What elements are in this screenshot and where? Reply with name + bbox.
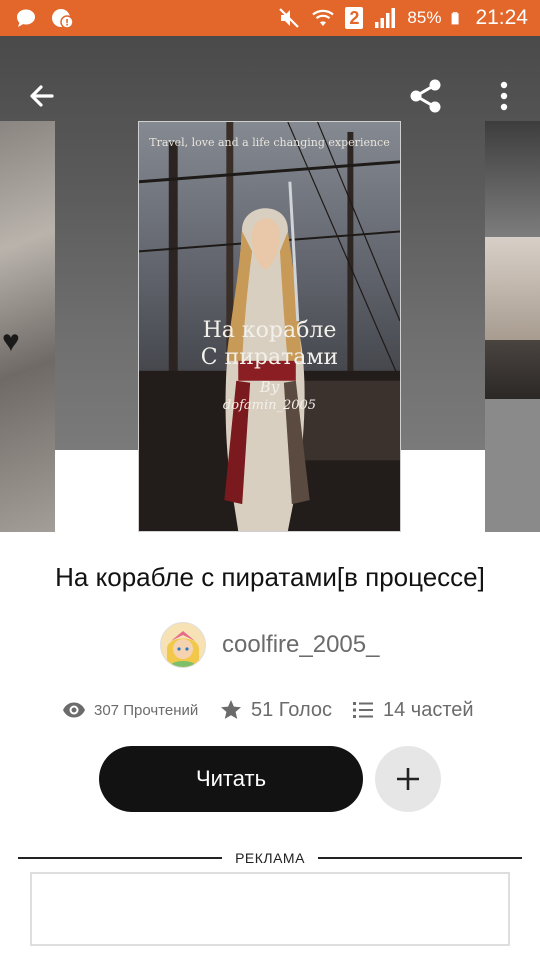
share-icon[interactable] xyxy=(406,76,446,116)
parts-count: 14 частей xyxy=(383,698,474,721)
plus-icon xyxy=(397,768,419,790)
svg-text:!: ! xyxy=(65,19,69,29)
chat-bubble-icon xyxy=(17,9,35,27)
votes-count: 51 Голос xyxy=(251,698,332,721)
avatar xyxy=(160,622,206,668)
eye-icon xyxy=(63,702,85,718)
status-right-icons: 2 85% 21:24 xyxy=(277,0,528,36)
author-link[interactable]: coolfire_2005_ xyxy=(160,622,379,668)
previous-story-cover[interactable]: ♥ xyxy=(0,121,55,532)
status-left-icons: ! xyxy=(14,6,74,30)
star-icon xyxy=(221,700,241,719)
cover-tagline: Travel, love and a life changing experie… xyxy=(149,136,390,149)
votes-stat: 51 Голос xyxy=(219,694,332,726)
cover-title-line1: На корабле xyxy=(202,318,337,343)
cover-author: dofamin_2005 xyxy=(222,398,317,413)
add-to-library-button[interactable] xyxy=(375,746,441,812)
cover-by: By xyxy=(259,378,280,396)
list-icon xyxy=(353,702,373,718)
story-title: На корабле с пиратами[в процессе] xyxy=(55,562,485,592)
wifi-icon xyxy=(312,9,335,26)
next-story-cover[interactable] xyxy=(485,121,540,532)
more-vertical-icon[interactable] xyxy=(484,76,524,116)
notification-badge-icon: ! xyxy=(52,9,74,29)
story-cover[interactable]: Travel, love and a life changing experie… xyxy=(138,121,401,532)
author-name: coolfire_2005_ xyxy=(222,631,380,658)
battery-icon xyxy=(452,12,460,25)
story-stats: 307 Прочтений 51 Голос 14 частей xyxy=(0,694,540,726)
clock: 21:24 xyxy=(475,6,528,29)
battery-percent: 85% xyxy=(407,8,442,27)
reads-stat: 307 Прочтений xyxy=(62,694,198,726)
parts-stat: 14 частей xyxy=(351,694,474,726)
ad-divider: РЕКЛАМА xyxy=(18,846,522,870)
sim-2-icon: 2 xyxy=(345,7,364,29)
heart-icon: ♥ xyxy=(2,325,20,358)
read-button[interactable]: Читать xyxy=(99,746,363,812)
cover-title-line2: С пиратами xyxy=(200,345,339,370)
status-bar: ! 2 85% 21:24 xyxy=(0,0,540,36)
arrow-left-icon[interactable] xyxy=(22,76,62,116)
reads-count: 307 Прочтений xyxy=(94,701,199,719)
signal-icon xyxy=(375,8,396,28)
vibrate-mute-icon xyxy=(279,8,300,28)
ad-slot[interactable] xyxy=(30,872,510,946)
